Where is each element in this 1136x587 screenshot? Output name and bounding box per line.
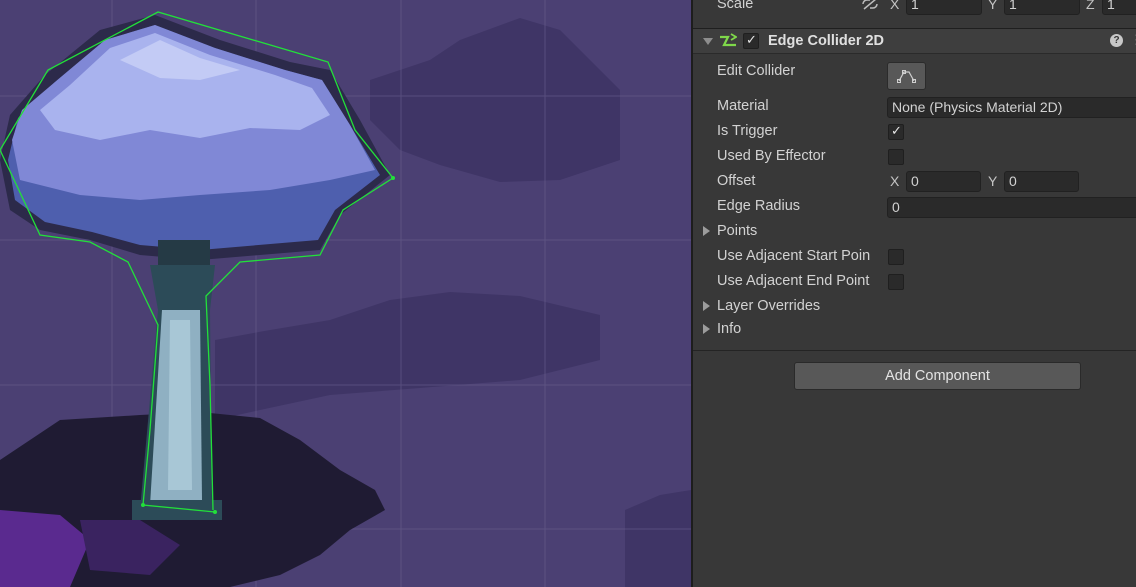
use-adjacent-end-label: Use Adjacent End Point: [717, 273, 870, 289]
use-adjacent-start-label: Use Adjacent Start Poin: [717, 248, 871, 264]
is-trigger-checkbox[interactable]: [888, 123, 904, 140]
scale-x-field[interactable]: 1: [906, 0, 982, 15]
fold-arrow-icon[interactable]: [703, 38, 713, 45]
offset-label: Offset: [717, 173, 756, 189]
use-adjacent-start-row: Use Adjacent Start Poin: [693, 245, 1136, 270]
material-label: Material: [717, 98, 769, 114]
inspector-panel: Scale X 1 Y 1 Z 1 Edge Collider 2D ? ⋮ E…: [693, 0, 1136, 587]
points-foldout-arrow-icon[interactable]: [703, 226, 710, 236]
scene-canvas[interactable]: [0, 0, 691, 587]
component-menu-icon[interactable]: ⋮: [1130, 32, 1136, 48]
scale-y-field[interactable]: 1: [1004, 0, 1080, 15]
component-title: Edge Collider 2D: [768, 33, 885, 49]
info-label: Info: [717, 321, 742, 337]
scale-z-axis: Z: [1086, 0, 1095, 12]
offset-y-field[interactable]: 0: [1004, 171, 1079, 192]
edge-collider-icon: [719, 33, 738, 54]
edit-collider-button[interactable]: [887, 62, 926, 90]
used-by-effector-checkbox[interactable]: [888, 149, 904, 165]
points-row[interactable]: Points: [693, 220, 1136, 245]
info-foldout-arrow-icon[interactable]: [703, 324, 710, 334]
help-icon[interactable]: ?: [1110, 34, 1123, 47]
material-field[interactable]: None (Physics Material 2D): [887, 97, 1136, 118]
offset-y-axis: Y: [988, 173, 998, 189]
component-enabled-checkbox[interactable]: [743, 32, 759, 49]
layer-overrides-label: Layer Overrides: [717, 298, 821, 314]
layer-overrides-row[interactable]: Layer Overrides: [693, 295, 1136, 320]
use-adjacent-end-checkbox[interactable]: [888, 274, 904, 290]
edge-radius-label: Edge Radius: [717, 198, 801, 214]
used-by-effector-label: Used By Effector: [717, 148, 826, 164]
scale-z-field[interactable]: 1: [1102, 0, 1136, 15]
use-adjacent-start-checkbox[interactable]: [888, 249, 904, 265]
scene-view[interactable]: [0, 0, 691, 587]
offset-x-axis: X: [890, 173, 900, 189]
used-by-effector-row: Used By Effector: [693, 145, 1136, 170]
use-adjacent-end-row: Use Adjacent End Point: [693, 270, 1136, 295]
edge-collider-header[interactable]: Edge Collider 2D ? ⋮: [693, 28, 1136, 54]
add-component-button[interactable]: Add Component: [794, 362, 1081, 390]
scale-x-axis: X: [890, 0, 900, 12]
edit-collider-icon: [897, 70, 916, 83]
edge-radius-field[interactable]: 0: [887, 197, 1136, 218]
material-row: Material None (Physics Material 2D): [693, 95, 1136, 120]
layer-overrides-foldout-arrow-icon[interactable]: [703, 301, 710, 311]
is-trigger-row: Is Trigger: [693, 120, 1136, 145]
component-separator: [693, 350, 1136, 351]
scale-row: Scale X 1 Y 1 Z 1: [693, 0, 1136, 18]
offset-row: Offset X 0 Y 0: [693, 170, 1136, 195]
constrain-proportions-icon[interactable]: [861, 0, 879, 15]
edge-radius-row: Edge Radius 0: [693, 195, 1136, 220]
scale-y-axis: Y: [988, 0, 998, 12]
points-label: Points: [717, 223, 758, 239]
scale-label: Scale: [717, 0, 754, 12]
is-trigger-label: Is Trigger: [717, 123, 778, 139]
info-row[interactable]: Info: [693, 318, 1136, 343]
edit-collider-label: Edit Collider: [717, 63, 796, 79]
offset-x-field[interactable]: 0: [906, 171, 981, 192]
